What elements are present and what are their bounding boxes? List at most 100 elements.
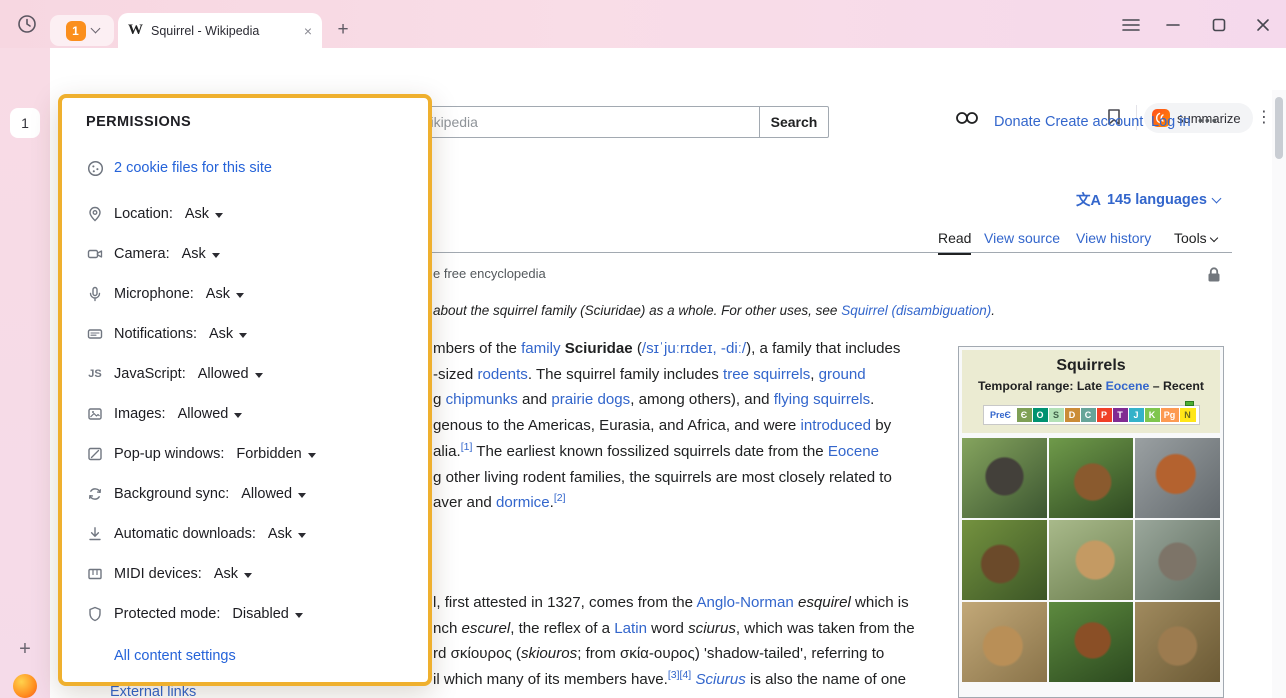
permission-label: Background sync: bbox=[114, 486, 229, 502]
translate-icon: 文A bbox=[1076, 189, 1101, 210]
languages-label: 145 languages bbox=[1107, 192, 1207, 208]
languages-button[interactable]: 文A 145 languages bbox=[1076, 189, 1220, 210]
close-window-button[interactable] bbox=[1250, 12, 1276, 38]
permission-label: Location: bbox=[114, 206, 173, 222]
user-menu-ellipsis[interactable]: ••• bbox=[1198, 112, 1219, 128]
new-tab-button[interactable]: + bbox=[330, 17, 356, 43]
caret-down-icon bbox=[255, 373, 263, 378]
permission-row-location[interactable]: Location: Ask bbox=[86, 194, 408, 234]
javascript-icon: JS bbox=[86, 365, 104, 383]
squirrel-photo bbox=[1135, 602, 1220, 682]
clock-icon bbox=[17, 14, 37, 34]
permission-row-popups[interactable]: Pop-up windows: Forbidden bbox=[86, 434, 408, 474]
article-line: mbers of the family Sciuridae (/sɪˈjuːrɪ… bbox=[433, 336, 900, 362]
log-in-link[interactable]: Log in bbox=[1151, 114, 1191, 130]
hatnote: about the squirrel family (Sciuridae) as… bbox=[433, 303, 995, 318]
squirrel-photo bbox=[962, 602, 1047, 682]
permission-row-midi[interactable]: MIDI devices: Ask bbox=[86, 554, 408, 594]
yandex-logo-icon[interactable] bbox=[13, 674, 37, 698]
permission-value-dropdown[interactable]: Ask bbox=[182, 246, 220, 262]
external-links-link[interactable]: External links bbox=[110, 684, 196, 698]
tab-bar: 1 W Squirrel - Wikipedia × + bbox=[0, 0, 1286, 48]
permission-row-microphone[interactable]: Microphone: Ask bbox=[86, 274, 408, 314]
permission-value-dropdown[interactable]: Ask bbox=[214, 566, 252, 582]
caret-down-icon bbox=[215, 213, 223, 218]
active-tab[interactable]: W Squirrel - Wikipedia × bbox=[118, 13, 322, 48]
tab-tools[interactable]: Tools bbox=[1174, 230, 1217, 246]
permission-label: Camera: bbox=[114, 246, 170, 262]
popup-window-icon bbox=[86, 445, 104, 463]
permission-value-dropdown[interactable]: Ask bbox=[206, 286, 244, 302]
donate-link[interactable]: Donate bbox=[994, 114, 1041, 130]
close-icon bbox=[1256, 18, 1270, 32]
article-line: nch escurel, the reflex of a Latin word … bbox=[433, 616, 915, 642]
permission-row-javascript[interactable]: JS JavaScript: Allowed bbox=[86, 354, 408, 394]
cookies-link[interactable]: 2 cookie files for this site bbox=[114, 160, 272, 176]
caret-down-icon bbox=[295, 613, 303, 618]
infobox-title: Squirrels bbox=[964, 355, 1218, 379]
squirrel-photo bbox=[1135, 520, 1220, 600]
permission-value-dropdown[interactable]: Allowed bbox=[178, 406, 243, 422]
caret-down-icon bbox=[239, 333, 247, 338]
piano-keys-icon bbox=[86, 565, 104, 583]
sidebar-tab-count-tile[interactable]: 1 bbox=[10, 108, 40, 138]
minimize-button[interactable] bbox=[1160, 12, 1186, 38]
scrollbar-thumb[interactable] bbox=[1275, 97, 1283, 159]
article-line: il which many of its members have.[3][4]… bbox=[433, 667, 915, 693]
permission-label: JavaScript: bbox=[114, 366, 186, 382]
permission-value-dropdown[interactable]: Forbidden bbox=[236, 446, 315, 462]
permission-value-dropdown[interactable]: Allowed bbox=[198, 366, 263, 382]
article-line: rd σκίουρος (skiouros; from σκία-ουρος) … bbox=[433, 641, 915, 667]
microphone-icon bbox=[86, 285, 104, 303]
geologic-timescale[interactable]: PreЄЄOSDCPTJKPgN bbox=[983, 405, 1200, 425]
browser-menu-button[interactable] bbox=[1118, 12, 1144, 38]
permission-label: Notifications: bbox=[114, 326, 197, 342]
squirrel-photo bbox=[1135, 438, 1220, 518]
squirrel-photo bbox=[1049, 602, 1134, 682]
permission-value-dropdown[interactable]: Ask bbox=[209, 326, 247, 342]
permission-value-dropdown[interactable]: Ask bbox=[185, 206, 223, 222]
chevron-down-icon bbox=[1209, 234, 1217, 242]
notifications-icon bbox=[86, 325, 104, 343]
appearance-icon[interactable] bbox=[954, 108, 982, 134]
squirrel-photo bbox=[962, 438, 1047, 518]
permission-label: MIDI devices: bbox=[114, 566, 202, 582]
minimize-icon bbox=[1166, 23, 1180, 27]
history-button[interactable] bbox=[12, 9, 42, 39]
caret-down-icon bbox=[298, 493, 306, 498]
all-content-settings-link[interactable]: All content settings bbox=[114, 648, 408, 664]
maximize-button[interactable] bbox=[1206, 12, 1232, 38]
permission-label: Automatic downloads: bbox=[114, 526, 256, 542]
browser-sidebar: 1 + ••• bbox=[0, 48, 50, 698]
squirrel-photo bbox=[1049, 520, 1134, 600]
permission-row-notifications[interactable]: Notifications: Ask bbox=[86, 314, 408, 354]
page-scrollbar[interactable] bbox=[1272, 90, 1286, 698]
article-line: l, first attested in 1327, comes from th… bbox=[433, 590, 915, 616]
wiki-search-button[interactable]: Search bbox=[759, 106, 829, 138]
squirrel-photo bbox=[962, 520, 1047, 600]
permission-row-protected-mode[interactable]: Protected mode: Disabled bbox=[86, 594, 408, 634]
article-paragraph-2: l, first attested in 1327, comes from th… bbox=[433, 590, 915, 693]
tab-title: Squirrel - Wikipedia bbox=[151, 24, 296, 38]
permission-row-camera[interactable]: Camera: Ask bbox=[86, 234, 408, 274]
sync-icon bbox=[86, 485, 104, 503]
permission-row-background-sync[interactable]: Background sync: Allowed bbox=[86, 474, 408, 514]
caret-down-icon bbox=[212, 253, 220, 258]
page-protection-lock-icon bbox=[1206, 266, 1224, 284]
tab-view-source[interactable]: View source bbox=[984, 230, 1060, 246]
permission-row-downloads[interactable]: Automatic downloads: Ask bbox=[86, 514, 408, 554]
permission-value-dropdown[interactable]: Disabled bbox=[232, 606, 302, 622]
create-account-link[interactable]: Create account bbox=[1045, 114, 1143, 130]
cookies-row[interactable]: 2 cookie files for this site bbox=[86, 154, 408, 182]
tab-group-selector[interactable]: 1 bbox=[50, 15, 114, 46]
permission-value-dropdown[interactable]: Allowed bbox=[241, 486, 306, 502]
squirrel-photo bbox=[1049, 438, 1134, 518]
permission-row-images[interactable]: Images: Allowed bbox=[86, 394, 408, 434]
camera-icon bbox=[86, 245, 104, 263]
close-tab-icon[interactable]: × bbox=[304, 23, 312, 39]
tab-view-history[interactable]: View history bbox=[1076, 230, 1151, 246]
permission-value-dropdown[interactable]: Ask bbox=[268, 526, 306, 542]
sidebar-add-button[interactable]: + bbox=[12, 636, 38, 662]
download-arrow-icon bbox=[86, 525, 104, 543]
article-line: g other living rodent families, the squi… bbox=[433, 465, 900, 491]
